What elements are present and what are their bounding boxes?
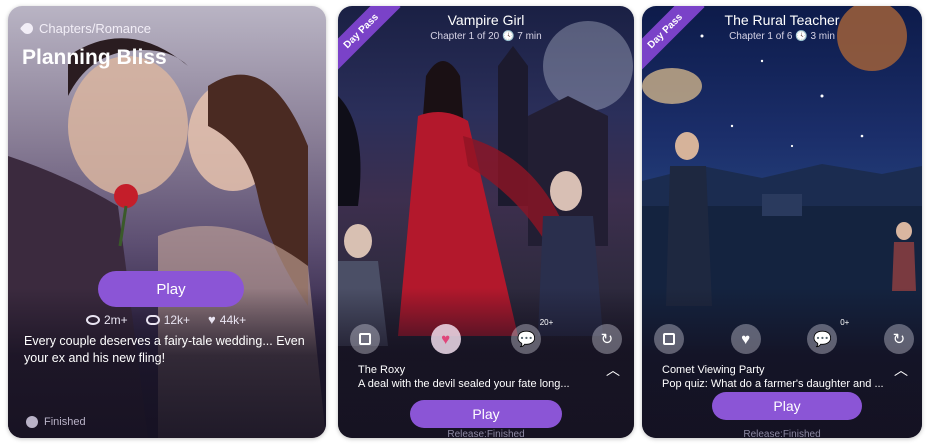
episode-description: A deal with the devil sealed your fate l…: [358, 378, 570, 390]
release-status: Release:Finished: [447, 429, 525, 438]
episode-title: The Roxy: [358, 364, 406, 376]
chapter-info: Chapter 1 of 20 🕓 7 min: [338, 31, 634, 42]
comment-icon: [145, 314, 160, 325]
story-card-vampire-girl[interactable]: Day Pass Vampire Girl Chapter 1 of 20 🕓 …: [338, 6, 634, 438]
comment-button[interactable]: 💬 20+: [511, 318, 553, 354]
chapter-count: Chapter 1 of 6: [729, 31, 793, 42]
chapter-count: Chapter 1 of 20: [430, 31, 500, 42]
views-stat: 2m+: [86, 312, 128, 327]
read-button[interactable]: [350, 324, 380, 354]
story-title: Vampire Girl: [447, 12, 525, 28]
episode-title: Comet Viewing Party: [662, 364, 765, 376]
comments-stat: 12k+: [145, 312, 191, 327]
refresh-button[interactable]: ↻: [591, 324, 622, 354]
duration: 3 min: [810, 31, 835, 42]
like-button[interactable]: ♥: [430, 324, 461, 354]
book-icon: [663, 333, 675, 345]
refresh-icon: ↻: [600, 331, 614, 348]
story-card-rural-teacher[interactable]: Day Pass The Rural Teacher Chapter 1 of …: [642, 6, 922, 438]
action-bar: ♥ 💬 0+ ↻: [654, 318, 914, 354]
story-title: The Rural Teacher: [724, 12, 840, 28]
check-icon: [26, 416, 38, 428]
read-button[interactable]: [654, 324, 684, 354]
comment-count: 20+: [539, 318, 554, 327]
clock-icon: 🕓: [502, 31, 515, 42]
views-count: 2m+: [104, 312, 128, 327]
release-status: Release:Finished: [743, 429, 821, 438]
likes-stat: ♥ 44k+: [208, 312, 246, 327]
eye-icon: [86, 314, 100, 325]
story-description: Every couple deserves a fairy-tale weddi…: [24, 334, 305, 365]
like-button[interactable]: ♥: [730, 324, 761, 354]
play-button[interactable]: Play: [712, 392, 862, 420]
tag-icon: [19, 20, 36, 37]
comment-icon: 💬: [516, 331, 536, 348]
chapter-info: Chapter 1 of 6 🕓 3 min: [642, 31, 922, 42]
comment-button[interactable]: 💬 0+: [807, 318, 849, 354]
refresh-button[interactable]: ↻: [883, 324, 914, 354]
refresh-icon: ↻: [892, 331, 906, 348]
comments-count: 12k+: [163, 312, 191, 327]
play-button[interactable]: Play: [410, 400, 562, 428]
status-text: Finished: [44, 416, 86, 428]
heart-icon: ♥: [741, 330, 751, 348]
genre-text: Chapters/Romance: [39, 21, 151, 36]
comment-icon: 💬: [812, 331, 832, 348]
heart-icon: ♥: [208, 312, 216, 327]
genre-label: Chapters/Romance: [19, 20, 151, 37]
comment-count: 0+: [840, 318, 850, 327]
episode-description: Pop quiz: What do a farmer's daughter an…: [662, 378, 884, 390]
story-stats: 2m+ 12k+ ♥ 44k+: [86, 312, 246, 327]
status-label: Finished: [26, 416, 86, 428]
heart-icon: ♥: [441, 330, 451, 348]
book-icon: [359, 333, 371, 345]
chevron-up-icon[interactable]: ︿: [606, 360, 620, 380]
chevron-up-icon[interactable]: ︿: [894, 360, 908, 380]
story-card-planning-bliss[interactable]: Chapters/Romance Planning Bliss Play 2m+…: [8, 6, 326, 438]
likes-count: 44k+: [219, 312, 247, 327]
action-bar: ♥ 💬 20+ ↻: [350, 318, 622, 354]
duration: 7 min: [517, 31, 542, 42]
story-title: Planning Bliss: [22, 46, 167, 69]
play-button[interactable]: Play: [98, 271, 244, 307]
clock-icon: 🕓: [795, 31, 808, 42]
